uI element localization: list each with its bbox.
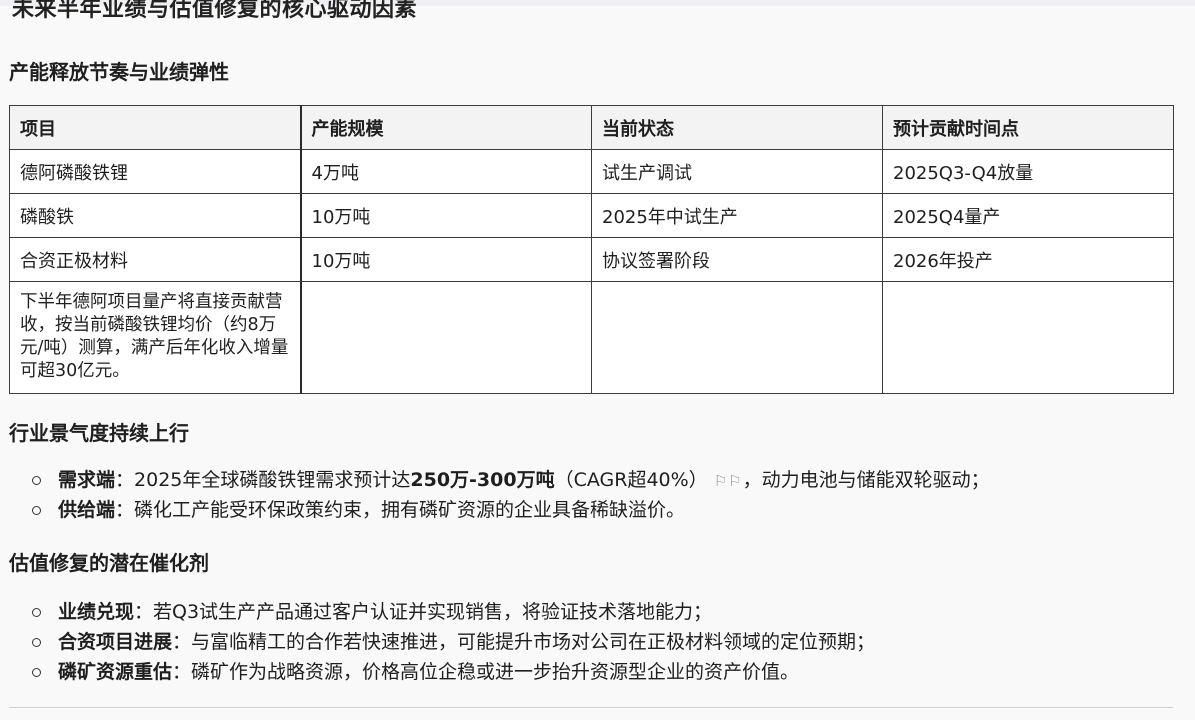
table-empty-cell <box>882 281 1174 394</box>
list-item: 磷矿资源重估：磷矿作为战略资源，价格高位企稳或进一步抬升资源型企业的资产价值。 <box>30 657 875 687</box>
item-text: ：2025年全球磷酸铁锂需求预计达 <box>115 469 411 491</box>
bullet-circle-icon <box>32 638 41 647</box>
item-text: （CAGR超40%） <box>554 469 708 491</box>
table-cell: 2026年投产 <box>882 237 1174 282</box>
bullet-circle-icon <box>32 668 41 677</box>
item-emphasis: 250万-300万吨 <box>410 469 555 491</box>
item-label: 供给端 <box>58 499 116 521</box>
table-row: 合资正极材料 10万吨 协议签署阶段 2026年投产 <box>9 237 1174 282</box>
list-item: 需求端：2025年全球磷酸铁锂需求预计达250万-300万吨（CAGR超40%）… <box>30 465 990 495</box>
table-note-cell: 下半年德阿项目量产将直接贡献营收，按当前磷酸铁锂均价（约8万元/吨）测算，满产后… <box>9 281 302 394</box>
table-header-row: 项目 产能规模 当前状态 预计贡献时间点 <box>9 105 1174 150</box>
table-cell: 2025Q4量产 <box>882 193 1174 238</box>
section-heading-industry: 行业景气度持续上行 <box>9 421 189 445</box>
item-text: ：磷化工产能受环保政策约束，拥有磷矿资源的企业具备稀缺溢价。 <box>115 499 686 521</box>
item-text: ：磷矿作为战略资源，价格高位企稳或进一步抬升资源型企业的资产价值。 <box>172 661 800 683</box>
table-row: 德阿磷酸铁锂 4万吨 试生产调试 2025Q3-Q4放量 <box>9 149 1174 194</box>
bullet-circle-icon <box>32 608 41 617</box>
capacity-table: 项目 产能规模 当前状态 预计贡献时间点 德阿磷酸铁锂 4万吨 试生产调试 20… <box>9 105 1174 394</box>
bullet-circle-icon <box>32 476 41 485</box>
table-empty-cell <box>300 281 592 394</box>
table-cell: 4万吨 <box>300 149 592 194</box>
table-header-cell: 当前状态 <box>591 105 883 150</box>
table-cell: 协议签署阶段 <box>591 237 883 282</box>
section-heading-capacity: 产能释放节奏与业绩弹性 <box>9 60 229 84</box>
table-cell: 10万吨 <box>300 193 592 238</box>
table-cell: 德阿磷酸铁锂 <box>9 149 302 194</box>
table-empty-cell <box>591 281 883 394</box>
table-cell: 合资正极材料 <box>9 237 302 282</box>
table-cell: 试生产调试 <box>591 149 883 194</box>
item-label: 需求端 <box>58 469 116 491</box>
table-cell: 2025Q3-Q4放量 <box>882 149 1174 194</box>
item-text: ：若Q3试生产产品通过客户认证并实现销售，将验证技术落地能力； <box>134 601 713 623</box>
table-header-cell: 预计贡献时间点 <box>882 105 1174 150</box>
item-text: ：与富临精工的合作若快速推进，可能提升市场对公司在正极材料领域的定位预期； <box>172 631 876 653</box>
table-cell: 磷酸铁 <box>9 193 302 238</box>
table-header-cell: 产能规模 <box>300 105 592 150</box>
list-item: 业绩兑现：若Q3试生产产品通过客户认证并实现销售，将验证技术落地能力； <box>30 597 875 627</box>
table-cell: 2025年中试生产 <box>591 193 883 238</box>
item-label: 业绩兑现 <box>58 601 135 623</box>
item-label: 磷矿资源重估 <box>58 661 173 683</box>
table-cell: 10万吨 <box>300 237 592 282</box>
industry-list: 需求端：2025年全球磷酸铁锂需求预计达250万-300万吨（CAGR超40%）… <box>30 465 990 525</box>
valuation-list: 业绩兑现：若Q3试生产产品通过客户认证并实现销售，将验证技术落地能力； 合资项目… <box>30 597 875 687</box>
list-item: 合资项目进展：与富临精工的合作若快速推进，可能提升市场对公司在正极材料领域的定位… <box>30 627 875 657</box>
table-note-row: 下半年德阿项目量产将直接贡献营收，按当前磷酸铁锂均价（约8万元/吨）测算，满产后… <box>9 281 1174 394</box>
list-item: 供给端：磷化工产能受环保政策约束，拥有磷矿资源的企业具备稀缺溢价。 <box>30 495 990 525</box>
document-page: 未来半年业绩与估值修复的核心驱动因素 产能释放节奏与业绩弹性 项目 产能规模 当… <box>0 0 1195 720</box>
divider <box>9 707 1173 708</box>
table-row: 磷酸铁 10万吨 2025年中试生产 2025Q4量产 <box>9 193 1174 238</box>
citation-flag-icon[interactable]: ⚐⚐ <box>714 472 743 490</box>
item-text: ，动力电池与储能双轮驱动； <box>742 469 990 491</box>
bullet-circle-icon <box>32 506 41 515</box>
page-title: 未来半年业绩与估值修复的核心驱动因素 <box>12 0 418 22</box>
section-heading-valuation: 估值修复的潜在催化剂 <box>9 551 209 575</box>
table-header-cell: 项目 <box>9 105 302 150</box>
item-label: 合资项目进展 <box>58 631 173 653</box>
